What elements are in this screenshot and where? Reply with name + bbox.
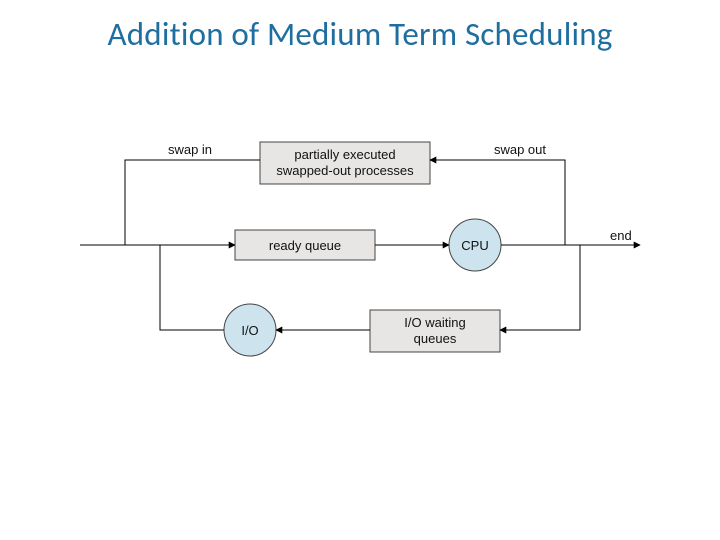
label-partial-1: partially executed	[294, 147, 395, 162]
label-io: I/O	[241, 323, 258, 338]
label-end: end	[610, 228, 632, 243]
label-io-wait-1: I/O waiting	[404, 315, 465, 330]
label-swap-in: swap in	[168, 142, 212, 157]
label-io-wait-2: queues	[414, 331, 457, 346]
label-cpu: CPU	[461, 238, 488, 253]
edge-io-return	[160, 245, 224, 330]
scheduling-diagram: partially executed swapped-out processes…	[80, 140, 640, 400]
edge-cpu-to-iowait	[500, 245, 580, 330]
label-partial-2: swapped-out processes	[276, 163, 414, 178]
label-swap-out: swap out	[494, 142, 546, 157]
label-ready-queue: ready queue	[269, 238, 341, 253]
slide-title: Addition of Medium Term Scheduling	[0, 14, 720, 54]
